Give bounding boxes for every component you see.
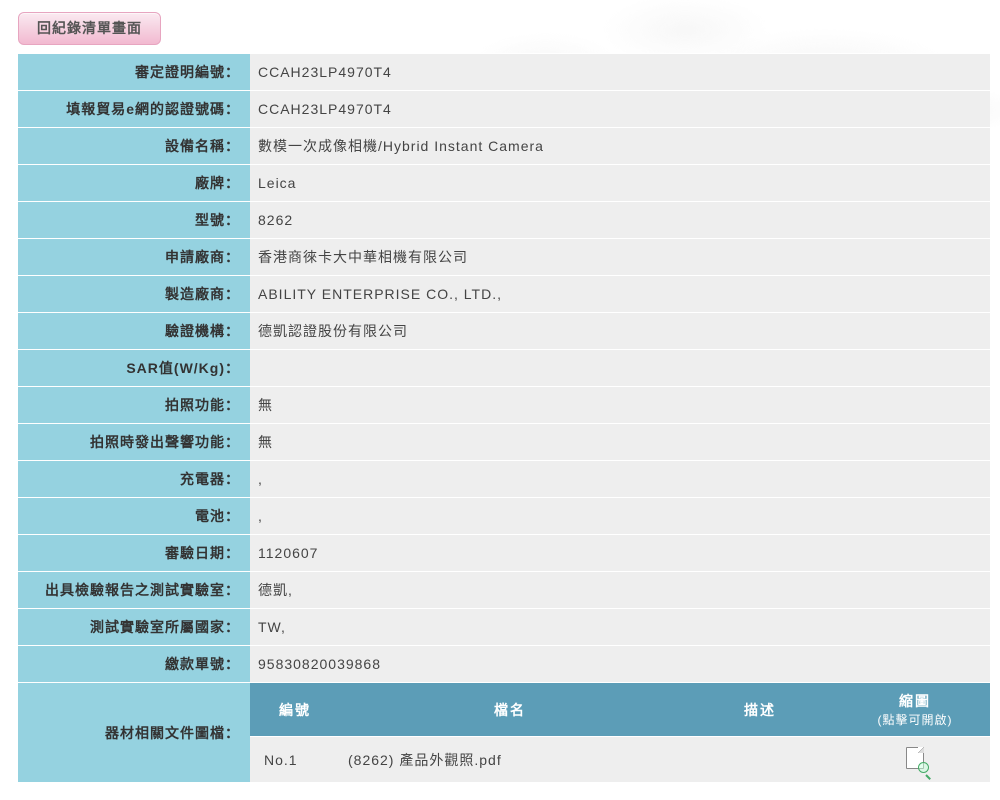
detail-value: TW, [250, 609, 990, 645]
detail-value: 1120607 [250, 535, 990, 571]
detail-row: 審定證明編號：CCAH23LP4970T4 [18, 54, 990, 90]
detail-label: SAR值(W/Kg)： [18, 350, 250, 386]
files-table: 編號 檔名 描述 縮圖 (點擊可開啟) No.1(8262) 產品外觀照.pdf [250, 683, 990, 782]
file-row: No.1(8262) 產品外觀照.pdf [250, 737, 990, 783]
detail-value: 無 [250, 387, 990, 423]
detail-value: 香港商徠卡大中華相機有限公司 [250, 239, 990, 275]
detail-label: 驗證機構： [18, 313, 250, 349]
content-container: 回紀錄清單畫面 審定證明編號：CCAH23LP4970T4填報貿易e網的認證號碼… [0, 0, 1000, 783]
detail-label: 審定證明編號： [18, 54, 250, 90]
details-table: 審定證明編號：CCAH23LP4970T4填報貿易e網的認證號碼：CCAH23L… [18, 53, 990, 783]
files-header-number-text: 編號 [279, 702, 311, 718]
detail-label: 繳款單號： [18, 646, 250, 682]
files-header-thumbnail: 縮圖 (點擊可開啟) [840, 683, 990, 737]
detail-label: 設備名稱： [18, 128, 250, 164]
detail-row: 拍照功能：無 [18, 387, 990, 423]
detail-value: 8262 [250, 202, 990, 238]
detail-row: SAR值(W/Kg)： [18, 350, 990, 386]
detail-row: 驗證機構：德凱認證股份有限公司 [18, 313, 990, 349]
detail-label: 拍照功能： [18, 387, 250, 423]
detail-value: , [250, 461, 990, 497]
detail-row: 出具檢驗報告之測試實驗室：德凱, [18, 572, 990, 608]
detail-value: 無 [250, 424, 990, 460]
files-header-thumbnail-text: 縮圖 [899, 693, 931, 709]
detail-value: 德凱認證股份有限公司 [250, 313, 990, 349]
detail-label: 型號： [18, 202, 250, 238]
detail-label: 製造廠商： [18, 276, 250, 312]
detail-row: 申請廠商：香港商徠卡大中華相機有限公司 [18, 239, 990, 275]
files-header-thumbnail-subtext: (點擊可開啟) [844, 711, 986, 728]
files-header-number: 編號 [250, 683, 340, 737]
detail-label: 測試實驗室所屬國家： [18, 609, 250, 645]
detail-label: 電池： [18, 498, 250, 534]
detail-label: 填報貿易e網的認證號碼： [18, 91, 250, 127]
files-section-label: 器材相關文件圖檔： [18, 683, 250, 782]
document-preview-icon[interactable] [906, 747, 924, 769]
files-header-description-text: 描述 [744, 702, 776, 718]
detail-label: 廠牌： [18, 165, 250, 201]
detail-row: 廠牌：Leica [18, 165, 990, 201]
detail-label: 拍照時發出聲響功能： [18, 424, 250, 460]
detail-row: 製造廠商：ABILITY ENTERPRISE CO., LTD., [18, 276, 990, 312]
files-section-content: 編號 檔名 描述 縮圖 (點擊可開啟) No.1(8262) 產品外觀照.pdf [250, 683, 990, 782]
file-thumbnail-cell [840, 737, 990, 783]
detail-label: 出具檢驗報告之測試實驗室： [18, 572, 250, 608]
files-header-description: 描述 [680, 683, 840, 737]
detail-value: , [250, 498, 990, 534]
detail-value: 數模一次成像相機/Hybrid Instant Camera [250, 128, 990, 164]
detail-row: 電池：, [18, 498, 990, 534]
files-section-row: 器材相關文件圖檔： 編號 檔名 描述 縮圖 (點擊可開啟) No.1(8262) 產品外觀照… [18, 683, 990, 782]
detail-value [250, 350, 990, 386]
detail-row: 充電器：, [18, 461, 990, 497]
detail-row: 填報貿易e網的認證號碼：CCAH23LP4970T4 [18, 91, 990, 127]
detail-row: 測試實驗室所屬國家：TW, [18, 609, 990, 645]
file-filename: (8262) 產品外觀照.pdf [340, 737, 680, 783]
detail-value: Leica [250, 165, 990, 201]
detail-value: CCAH23LP4970T4 [250, 54, 990, 90]
file-description [680, 737, 840, 783]
detail-value: CCAH23LP4970T4 [250, 91, 990, 127]
detail-label: 充電器： [18, 461, 250, 497]
detail-row: 型號：8262 [18, 202, 990, 238]
detail-row: 設備名稱：數模一次成像相機/Hybrid Instant Camera [18, 128, 990, 164]
detail-value: 95830820039868 [250, 646, 990, 682]
files-header-filename-text: 檔名 [494, 702, 526, 718]
back-to-list-button[interactable]: 回紀錄清單畫面 [18, 12, 161, 45]
detail-label: 審驗日期： [18, 535, 250, 571]
file-number: No.1 [250, 737, 340, 783]
detail-label: 申請廠商： [18, 239, 250, 275]
detail-row: 拍照時發出聲響功能：無 [18, 424, 990, 460]
files-header-filename: 檔名 [340, 683, 680, 737]
detail-value: ABILITY ENTERPRISE CO., LTD., [250, 276, 990, 312]
detail-row: 審驗日期：1120607 [18, 535, 990, 571]
detail-row: 繳款單號：95830820039868 [18, 646, 990, 682]
detail-value: 德凱, [250, 572, 990, 608]
